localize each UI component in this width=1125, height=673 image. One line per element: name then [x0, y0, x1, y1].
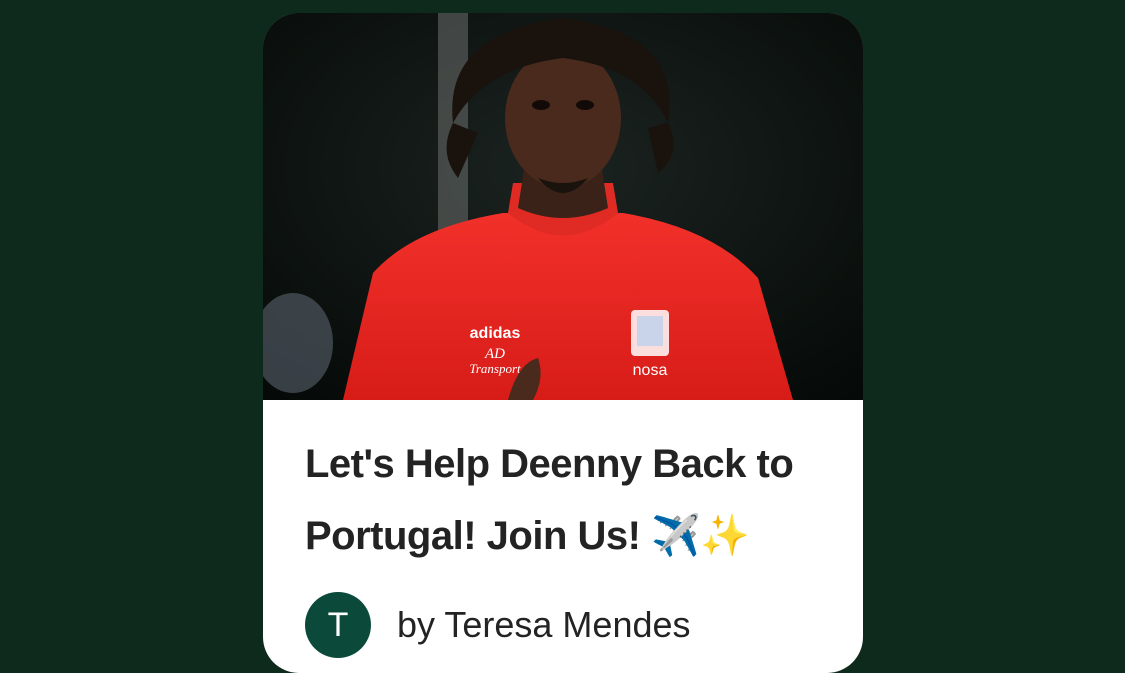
author-byline[interactable]: by Teresa Mendes [397, 604, 691, 646]
svg-text:Transport: Transport [469, 361, 521, 376]
campaign-title[interactable]: Let's Help Deenny Back to Portugal! Join… [305, 428, 821, 572]
fundraiser-card[interactable]: adidas AD Transport nosa Let's Help Deen… [263, 13, 863, 673]
svg-text:AD: AD [484, 346, 505, 362]
player-photo-illustration: adidas AD Transport nosa [263, 13, 863, 400]
campaign-photo[interactable]: adidas AD Transport nosa [263, 13, 863, 400]
author-row[interactable]: T by Teresa Mendes [305, 592, 821, 658]
svg-text:adidas: adidas [470, 325, 521, 342]
card-body: Let's Help Deenny Back to Portugal! Join… [263, 400, 863, 658]
svg-text:nosa: nosa [633, 362, 668, 379]
avatar[interactable]: T [305, 592, 371, 658]
